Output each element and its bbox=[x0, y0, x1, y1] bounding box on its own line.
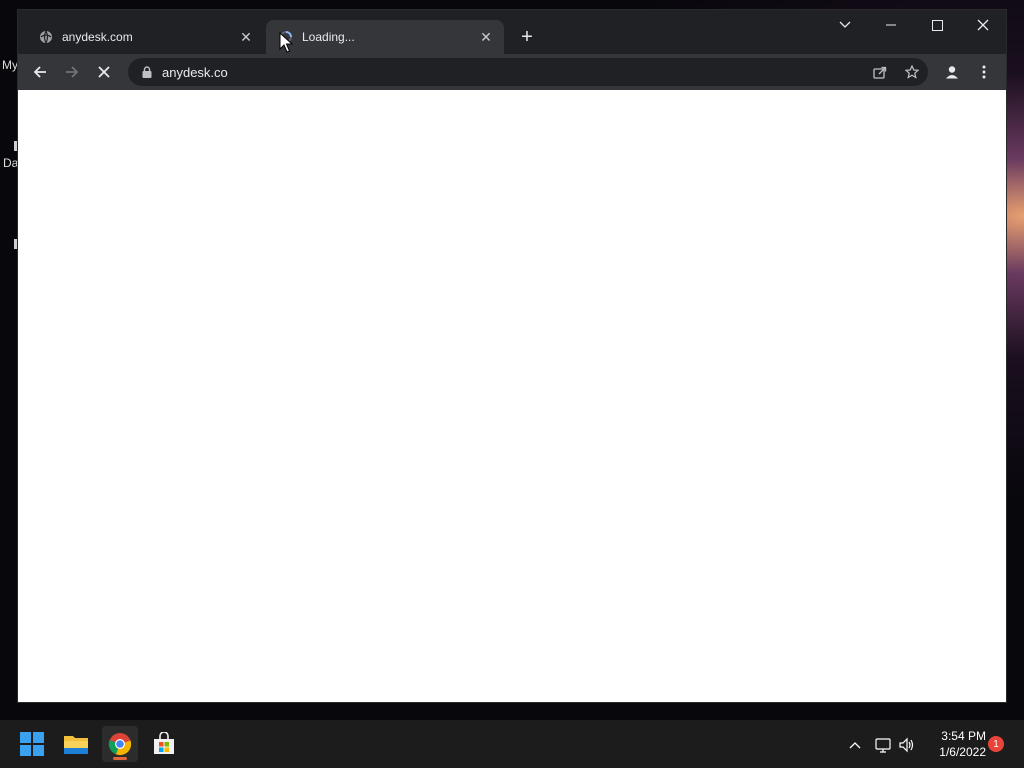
stop-button[interactable] bbox=[90, 58, 118, 86]
start-button[interactable] bbox=[14, 726, 50, 762]
globe-icon bbox=[38, 29, 54, 45]
maximize-icon bbox=[931, 19, 943, 31]
back-arrow-icon bbox=[33, 66, 46, 78]
chevron-up-icon bbox=[849, 742, 861, 749]
windows-start-icon bbox=[20, 732, 44, 756]
taskbar: 3:54 PM 1/6/2022 1 bbox=[0, 720, 1024, 768]
tab-anydesk[interactable]: anydesk.com ✕ bbox=[18, 20, 264, 54]
browser-window: anydesk.com ✕ Loading... ✕ + anydesk.co bbox=[18, 10, 1006, 702]
plus-icon: + bbox=[521, 25, 533, 48]
desktop-icon-label[interactable]: My bbox=[2, 58, 18, 72]
share-icon bbox=[873, 66, 887, 79]
minimize-button[interactable] bbox=[868, 10, 914, 40]
profile-button[interactable] bbox=[938, 58, 966, 86]
lock-icon[interactable] bbox=[140, 66, 154, 78]
new-tab-button[interactable]: + bbox=[516, 26, 538, 48]
file-explorer-button[interactable] bbox=[58, 726, 94, 762]
file-explorer-icon bbox=[64, 736, 88, 754]
kebab-menu-icon bbox=[982, 65, 986, 79]
microsoft-store-icon bbox=[154, 732, 174, 754]
page-content[interactable] bbox=[18, 90, 1006, 702]
mouse-cursor-icon bbox=[279, 32, 293, 53]
system-clock[interactable]: 3:54 PM 1/6/2022 bbox=[928, 728, 986, 760]
address-bar[interactable]: anydesk.co bbox=[128, 58, 928, 86]
maximize-button[interactable] bbox=[914, 10, 960, 40]
url-text[interactable]: anydesk.co bbox=[162, 65, 864, 80]
volume-icon bbox=[899, 737, 914, 753]
tab-title: anydesk.com bbox=[62, 30, 133, 44]
tab-loading[interactable]: Loading... ✕ bbox=[266, 20, 504, 54]
close-window-button[interactable] bbox=[960, 10, 1006, 40]
tab-strip: anydesk.com ✕ Loading... ✕ + bbox=[18, 10, 1006, 54]
clock-date: 1/6/2022 bbox=[939, 745, 986, 759]
network-icon bbox=[875, 738, 891, 753]
forward-arrow-icon bbox=[66, 66, 79, 78]
tab-search-button[interactable] bbox=[822, 10, 868, 40]
back-button[interactable] bbox=[26, 58, 54, 86]
microsoft-store-button[interactable] bbox=[146, 726, 182, 762]
notification-badge[interactable]: 1 bbox=[988, 736, 1004, 752]
clock-time: 3:54 PM bbox=[941, 729, 986, 743]
tab-close-icon[interactable]: ✕ bbox=[238, 29, 254, 45]
chrome-taskbar-button[interactable] bbox=[102, 726, 138, 762]
share-button[interactable] bbox=[864, 58, 896, 86]
browser-menu-button[interactable] bbox=[970, 58, 998, 86]
chrome-icon bbox=[108, 733, 132, 756]
show-hidden-icons-button[interactable] bbox=[844, 734, 866, 756]
stop-icon bbox=[98, 66, 110, 78]
network-button[interactable] bbox=[872, 734, 894, 756]
desktop-icon-label[interactable]: Da bbox=[3, 156, 18, 170]
star-icon bbox=[905, 65, 919, 79]
browser-toolbar: anydesk.co bbox=[18, 54, 1006, 90]
forward-button[interactable] bbox=[58, 58, 86, 86]
profile-icon bbox=[946, 66, 958, 79]
tab-close-icon[interactable]: ✕ bbox=[478, 29, 494, 45]
minimize-icon bbox=[886, 24, 896, 26]
desktop-icon-fragment bbox=[14, 141, 17, 151]
tab-search-icon bbox=[839, 21, 851, 28]
tab-title: Loading... bbox=[302, 30, 355, 44]
close-icon bbox=[977, 19, 989, 31]
bookmark-button[interactable] bbox=[896, 58, 928, 86]
volume-button[interactable] bbox=[895, 734, 917, 756]
desktop-icon-fragment bbox=[14, 239, 17, 249]
active-app-indicator bbox=[113, 757, 127, 760]
